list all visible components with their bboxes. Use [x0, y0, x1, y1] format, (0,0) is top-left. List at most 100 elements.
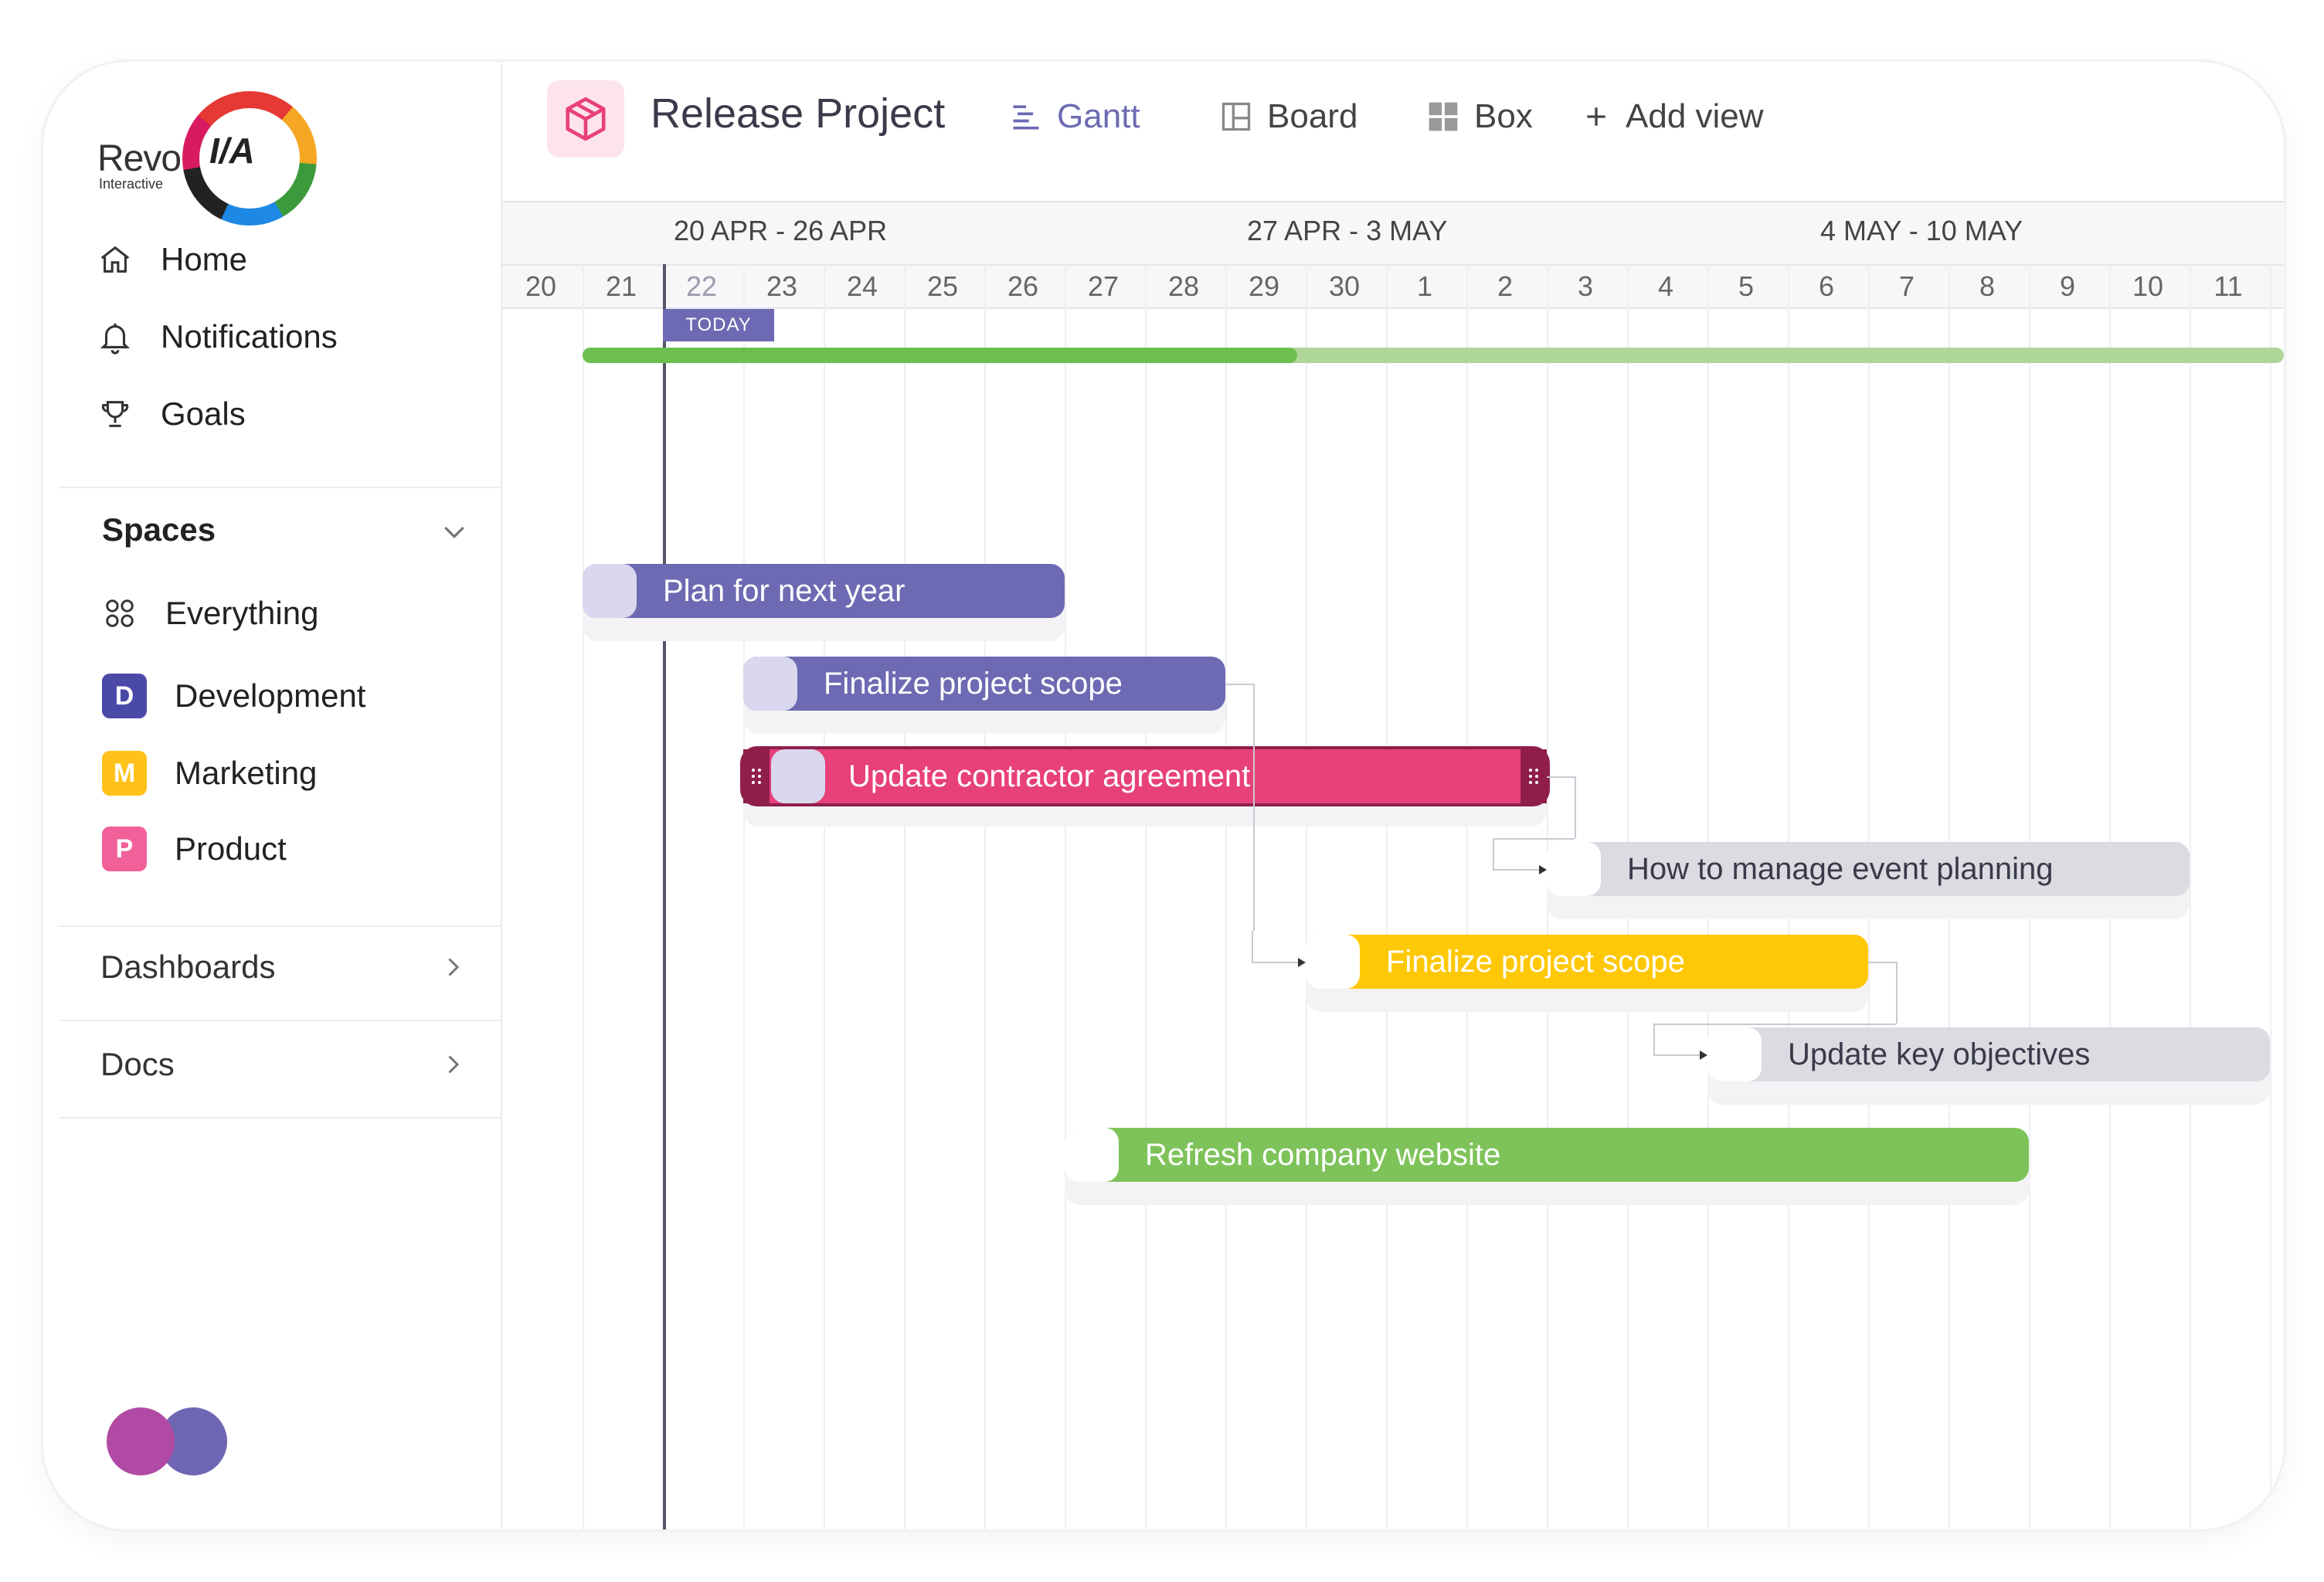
grid-column-line — [1065, 264, 1066, 1529]
logo-mark: I/A — [209, 131, 255, 171]
dependency-line — [1252, 931, 1253, 962]
space-product[interactable]: P Product — [102, 827, 287, 871]
task-label: Plan for next year — [663, 573, 905, 608]
day-label: 30 — [1328, 270, 1361, 302]
project-icon — [547, 80, 624, 158]
sidebar-divider — [59, 925, 502, 927]
add-view-button[interactable]: Add view — [1581, 97, 1764, 136]
dependency-line — [1547, 776, 1575, 778]
dependency-line — [1493, 838, 1575, 840]
space-badge-marketing: M — [102, 751, 147, 796]
gantt-icon — [1013, 105, 1039, 130]
chevron-right-icon[interactable] — [439, 1051, 467, 1078]
space-everything[interactable]: Everything — [102, 595, 318, 632]
grid-column-line — [1466, 264, 1468, 1529]
dependency-line — [1896, 962, 1898, 1024]
space-badge-development: D — [102, 674, 147, 718]
day-label: 22 — [685, 270, 718, 302]
task-label: Update contractor agreement — [848, 759, 1251, 793]
today-badge: TODAY — [663, 309, 774, 341]
avatar[interactable] — [107, 1407, 175, 1475]
grid-column-line — [2270, 264, 2271, 1529]
dependency-arrow-icon — [1700, 1051, 1707, 1060]
day-label: 11 — [2214, 270, 2243, 302]
day-label: 4 — [1657, 270, 1674, 302]
gantt-chart: 20 APR - 26 APR 27 APR - 3 MAY 4 MAY - 10 … — [502, 201, 2284, 1529]
day-label: 10 — [2132, 270, 2164, 302]
grid-column-line — [743, 264, 745, 1529]
space-everything-label: Everything — [165, 595, 319, 631]
dependency-line — [1653, 1024, 1655, 1054]
tab-box[interactable]: Box — [1426, 97, 1533, 136]
space-marketing-label: Marketing — [175, 755, 318, 791]
section-dashboards[interactable]: Dashboards — [100, 949, 275, 986]
week-label: 20 APR - 26 APR — [674, 215, 888, 246]
tab-gantt[interactable]: Gantt — [1009, 97, 1140, 136]
day-label: 25 — [926, 270, 959, 302]
box-icon — [1429, 102, 1458, 131]
nav-goals-label: Goals — [161, 396, 246, 432]
nav-notifications[interactable]: Notifications — [97, 318, 338, 355]
sidebar-divider — [59, 487, 502, 488]
task-drag-handle[interactable] — [1065, 1128, 1119, 1182]
space-marketing[interactable]: M Marketing — [102, 751, 317, 796]
dependency-line — [1653, 1054, 1700, 1056]
task-drag-handle[interactable] — [743, 657, 797, 711]
space-development-label: Development — [175, 677, 366, 714]
day-label: 27 — [1087, 270, 1120, 302]
task-bar[interactable]: Update key objectives — [1707, 1027, 2270, 1081]
day-label: 7 — [1898, 270, 1915, 302]
nav-home-label: Home — [161, 241, 248, 277]
day-label: 28 — [1167, 270, 1200, 302]
nav-home[interactable]: Home — [97, 241, 247, 278]
sidebar: I/A Revo Interactive Home Notifications … — [43, 62, 502, 1529]
grid-column-line — [904, 264, 905, 1529]
grid-column-line — [2190, 264, 2191, 1529]
trophy-icon — [101, 401, 129, 427]
task-bar[interactable]: Plan for next year — [583, 564, 1065, 618]
day-label: 23 — [766, 270, 798, 302]
sidebar-divider — [59, 1020, 502, 1021]
chevron-right-icon[interactable] — [439, 953, 467, 981]
logo-brand: Revo — [97, 138, 182, 179]
dependency-line — [1653, 1024, 1896, 1025]
dependency-line — [1575, 776, 1576, 838]
day-label: 20 — [525, 270, 557, 302]
task-bar[interactable]: Finalize project scope — [1306, 935, 1868, 989]
app-window: I/A Revo Interactive Home Notifications … — [43, 62, 2284, 1529]
chevron-down-icon[interactable] — [439, 516, 470, 547]
dependency-line — [1253, 684, 1255, 931]
add-view-label: Add view — [1626, 97, 1764, 135]
task-drag-handle[interactable] — [1306, 935, 1360, 989]
resize-grip-icon[interactable] — [743, 749, 770, 803]
space-badge-product: P — [102, 827, 147, 871]
day-label: 3 — [1577, 270, 1594, 302]
task-bar[interactable]: Finalize project scope — [743, 657, 1225, 711]
task-drag-handle[interactable] — [771, 749, 825, 803]
task-drag-handle[interactable] — [583, 564, 637, 618]
day-label: 2 — [1497, 270, 1514, 302]
task-bar[interactable]: Update contractor agreement — [740, 746, 1550, 806]
grid-icon — [106, 599, 134, 627]
grid-column-line — [1225, 264, 1227, 1529]
task-bar[interactable]: How to manage event planning — [1547, 842, 2190, 896]
nav-goals[interactable]: Goals — [97, 396, 246, 433]
task-drag-handle[interactable] — [1547, 842, 1601, 896]
resize-grip-icon[interactable] — [1520, 749, 1547, 803]
grid-column-line — [824, 264, 825, 1529]
task-label: Update key objectives — [1788, 1037, 2091, 1071]
task-drag-handle[interactable] — [1707, 1027, 1762, 1081]
week-label: 4 MAY - 10 MAY — [1820, 215, 2023, 246]
dependency-arrow-icon — [1298, 958, 1306, 967]
tab-gantt-label: Gantt — [1057, 97, 1140, 135]
cube-icon — [566, 97, 606, 141]
tab-board[interactable]: Board — [1219, 97, 1357, 136]
space-development[interactable]: D Development — [102, 674, 365, 718]
overall-progress-fill — [583, 348, 1297, 363]
day-label: 26 — [1007, 270, 1039, 302]
sidebar-divider — [59, 1117, 502, 1119]
week-label: 27 APR - 3 MAY — [1247, 215, 1448, 246]
section-docs[interactable]: Docs — [100, 1046, 175, 1083]
space-product-label: Product — [175, 830, 287, 867]
task-bar[interactable]: Refresh company website — [1065, 1128, 2029, 1182]
